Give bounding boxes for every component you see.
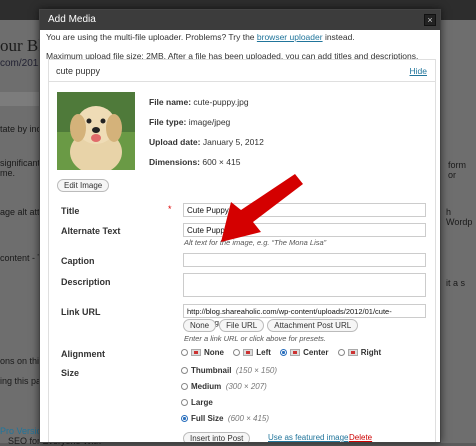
info-prefix: You are using the multi-file uploader. P…: [46, 32, 257, 42]
media-item-header: cute puppy Hide: [49, 60, 435, 82]
size-medium: Medium (300 × 207): [181, 382, 267, 391]
align-none-icon: [191, 349, 201, 357]
add-media-dialog: Add Media × You are using the multi-file…: [39, 9, 441, 443]
size-large: Large: [181, 398, 213, 407]
size-full-dims: (600 × 415): [227, 414, 270, 423]
annotation-arrow-icon: [221, 174, 303, 242]
align-none-label: None: [204, 348, 224, 357]
size-thumbnail: Thumbnail (150 × 150): [181, 366, 277, 375]
dialog-title: Add Media: [48, 14, 96, 25]
bg-text: it a s: [446, 278, 466, 288]
link-file-url-button[interactable]: File URL: [219, 319, 265, 332]
dimensions-label: Dimensions:: [149, 157, 201, 167]
align-left-icon: [243, 349, 254, 357]
size-thumbnail-dims: (150 × 150): [235, 366, 278, 375]
align-none-radio[interactable]: [181, 349, 188, 357]
link-attachment-button[interactable]: Attachment Post URL: [267, 319, 359, 332]
align-center-icon: [290, 349, 301, 357]
link-url-help: Enter a link URL or click above for pres…: [184, 334, 327, 343]
edit-image-button[interactable]: Edit Image: [57, 179, 110, 192]
size-medium-radio[interactable]: [181, 383, 188, 391]
size-thumbnail-radio[interactable]: [181, 367, 188, 375]
align-center-label: Center: [303, 348, 329, 357]
close-icon[interactable]: ×: [424, 14, 436, 26]
bg-toolbar: [0, 92, 40, 106]
insert-into-post-button[interactable]: Insert into Post: [183, 432, 251, 442]
media-item-name: cute puppy: [56, 66, 101, 76]
hide-link[interactable]: Hide: [410, 60, 427, 82]
size-full: Full Size (600 × 415): [181, 414, 269, 423]
link-url-field[interactable]: http://blog.shareaholic.com/wp-content/u…: [183, 304, 426, 327]
align-right-radio[interactable]: [337, 349, 345, 357]
link-url-label: Link URL: [61, 307, 101, 317]
bg-text: me.: [0, 168, 16, 178]
align-center-radio[interactable]: [280, 349, 288, 357]
align-right-icon: [347, 349, 358, 357]
title-label: Title: [61, 206, 80, 216]
delete-link[interactable]: Delete: [349, 433, 372, 442]
align-left-radio[interactable]: [233, 349, 241, 357]
bg-text: tate by inc: [0, 124, 42, 134]
alt-text-label: Alternate Text: [61, 226, 121, 236]
featured-image-link[interactable]: Use as featured image: [268, 433, 349, 442]
bg-url: com/2012: [0, 58, 44, 69]
size-large-label: Large: [191, 398, 213, 407]
puppy-thumbnail: [57, 92, 135, 170]
size-full-radio[interactable]: [181, 415, 188, 423]
alignment-options: None Left Center Right: [181, 348, 381, 357]
align-right-label: Right: [360, 348, 382, 357]
file-type-label: File type:: [149, 117, 187, 127]
dialog-titlebar: Add Media ×: [40, 10, 440, 30]
bg-text: significant: [0, 158, 41, 168]
size-thumbnail-label: Thumbnail: [191, 366, 232, 375]
upload-date: January 5, 2012: [202, 137, 264, 147]
upload-date-label: Upload date:: [149, 137, 201, 147]
alignment-label: Alignment: [61, 349, 105, 359]
size-full-label: Full Size: [191, 414, 224, 423]
caption-field[interactable]: [183, 253, 426, 267]
info-suffix: instead.: [322, 32, 355, 42]
size-label: Size: [61, 368, 80, 378]
align-left-label: Left: [256, 348, 271, 357]
size-large-radio[interactable]: [181, 399, 188, 407]
bg-text: h Wordp: [446, 207, 473, 227]
file-meta: File name: cute-puppy.jpg File type: ima…: [149, 92, 264, 172]
file-name: cute-puppy.jpg: [193, 97, 249, 107]
link-presets: None File URL Attachment Post URL: [183, 319, 359, 332]
bg-text: ons on this: [0, 356, 44, 366]
bg-text: content - T: [0, 253, 43, 263]
size-medium-dims: (300 × 207): [225, 382, 267, 391]
size-medium-label: Medium: [191, 382, 222, 391]
file-type: image/jpeg: [188, 117, 231, 127]
bg-text: form or: [448, 160, 466, 180]
bg-text: age alt att: [0, 207, 40, 217]
dimensions: 600 × 415: [202, 157, 241, 167]
caption-label: Caption: [61, 256, 95, 266]
link-none-button[interactable]: None: [183, 319, 217, 332]
file-name-label: File name:: [149, 97, 192, 107]
browser-uploader-link[interactable]: browser uploader: [257, 32, 323, 42]
media-item: cute puppy Hide File name: cute-puppy.jp…: [48, 59, 436, 442]
uploader-info: You are using the multi-file uploader. P…: [40, 31, 440, 44]
description-field[interactable]: [183, 273, 426, 297]
required-marker: *: [168, 204, 172, 214]
description-label: Description: [61, 277, 111, 287]
